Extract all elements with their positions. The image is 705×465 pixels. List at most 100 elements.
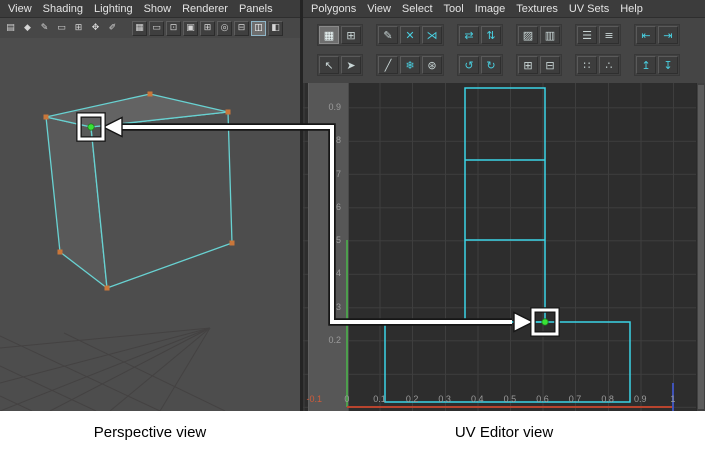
icon-glyph: ⊞	[74, 22, 83, 33]
icon-glyph: ✎	[40, 22, 49, 33]
straighten-uv-icon[interactable]: ╱	[378, 56, 398, 74]
match-grid-icon[interactable]: ∷	[577, 56, 597, 74]
grease-pencil-icon[interactable]: ✐	[105, 20, 120, 36]
pan-zoom-icon[interactable]: ✥	[88, 20, 103, 36]
select-shell-tool-icon[interactable]: ➤	[341, 56, 361, 74]
menu-panels[interactable]: Panels	[234, 2, 278, 16]
icon-glyph: ▥	[544, 28, 556, 42]
uv-toolbar-group: ☰ ≡	[575, 24, 621, 46]
align-bottom-icon[interactable]: ↧	[658, 56, 678, 74]
rotate-ccw-icon[interactable]: ↺	[459, 56, 479, 74]
snap-right-icon[interactable]: ⇥	[658, 26, 678, 44]
snap-left-icon[interactable]: ⇤	[636, 26, 656, 44]
select-uv-tool-icon[interactable]: ↖	[319, 56, 339, 74]
u-tick-label: 0.6	[536, 394, 549, 404]
gate-mask-icon[interactable]: ▣	[183, 20, 198, 36]
uv-toolbar-group: ↖ ➤	[317, 54, 363, 76]
xray-icon[interactable]: ◧	[268, 20, 283, 36]
scrollbar-thumb[interactable]	[698, 85, 704, 409]
icon-glyph: ➤	[346, 58, 356, 72]
uv-toolbar-group: ↺ ↻	[457, 54, 503, 76]
uv-shell-canvas	[384, 87, 631, 403]
menu-view[interactable]: View	[3, 2, 37, 16]
v-tick-label: 0.8	[328, 135, 341, 146]
menu-show[interactable]: Show	[139, 2, 177, 16]
wireframe-on-shaded-icon[interactable]: ◫	[251, 20, 266, 36]
resolution-gate-icon[interactable]: ⊡	[166, 20, 181, 36]
icon-glyph: ⇤	[641, 28, 651, 42]
flip-u-icon[interactable]: ⇄	[459, 26, 479, 44]
relax-uv-icon[interactable]: ⊛	[422, 56, 442, 74]
menu-tool[interactable]: Tool	[439, 2, 469, 16]
unfold-uv-icon[interactable]: ❄	[400, 56, 420, 74]
film-gate-icon[interactable]: ▭	[149, 20, 164, 36]
toolbar-separator	[122, 28, 130, 29]
menu-renderer[interactable]: Renderer	[177, 2, 233, 16]
layout-uv-icon[interactable]: ☰	[577, 26, 597, 44]
uv-vertical-scrollbar	[696, 83, 705, 411]
u-tick-label: 0.2	[405, 394, 419, 404]
menu-select[interactable]: Select	[397, 2, 438, 16]
menu-polygons[interactable]: Polygons	[306, 2, 361, 16]
icon-glyph: ✕	[405, 28, 415, 42]
grid-snap-minus-icon[interactable]: ⊟	[540, 56, 560, 74]
uv-toolbar-row-1: ▦ ⊞ ✎ ✕ ⋊ ⇄ ⇅ ▨ ▥ ☰ ≡ ⇤ ⇥	[317, 20, 705, 50]
menu-help[interactable]: Help	[615, 2, 648, 16]
perspective-menubar: View Shading Lighting Show Renderer Pane…	[0, 0, 300, 18]
caption-bar: Perspective view UV Editor view	[0, 411, 705, 465]
delete-uv-icon[interactable]: ✕	[400, 26, 420, 44]
icon-glyph: ↺	[464, 58, 474, 72]
select-camera-icon[interactable]: ▤	[3, 20, 18, 36]
camera-attributes-icon[interactable]: ✎	[37, 20, 52, 36]
split-uv-icon[interactable]: ⋊	[422, 26, 442, 44]
uv-smudge-icon[interactable]: ⊞	[341, 26, 361, 44]
u-tick-label: 1	[670, 394, 676, 404]
u-tick-label: -0.1	[306, 394, 323, 404]
uv-editor-canvas[interactable]: 0.9 0.8 0.7 0.6 0.5 0.4 0.3 0.2 -0.1 0 0.1 0.2 0.3 0…	[303, 83, 705, 411]
menu-uv-sets[interactable]: UV Sets	[564, 2, 614, 16]
safe-title-icon[interactable]: ⊟	[234, 20, 249, 36]
icon-glyph: ↧	[663, 58, 673, 72]
u-tick-label: 0.3	[438, 394, 451, 404]
menu-shading[interactable]: Shading	[38, 2, 88, 16]
menu-textures[interactable]: Textures	[511, 2, 563, 16]
u-tick-label: 0	[344, 394, 350, 404]
icon-glyph: ✥	[91, 22, 100, 33]
u-tick-label: 0.8	[601, 394, 614, 404]
grid-snap-plus-icon[interactable]: ⊞	[518, 56, 538, 74]
align-top-icon[interactable]: ↥	[636, 56, 656, 74]
bookmark-icon[interactable]: ▭	[54, 20, 69, 36]
perspective-panel: View Shading Lighting Show Renderer Pane…	[0, 0, 300, 411]
icon-glyph: ▭	[57, 22, 66, 33]
safe-action-icon[interactable]: ◎	[217, 20, 232, 36]
scene-canvas	[0, 91, 235, 411]
uv-lattice-icon[interactable]: ▦	[319, 26, 339, 44]
image-plane-icon[interactable]: ⊞	[71, 20, 86, 36]
lock-camera-icon[interactable]: ◆	[20, 20, 35, 36]
camera-tools-group: ▤ ◆ ✎ ▭ ⊞ ✥ ✐	[3, 20, 120, 36]
ground-grid-lines	[0, 327, 226, 411]
cube-mesh	[43, 91, 235, 291]
menu-view[interactable]: View	[362, 2, 396, 16]
maya-uv-mapping-figure: View Shading Lighting Show Renderer Pane…	[0, 0, 705, 465]
icon-glyph: ☰	[582, 28, 592, 42]
menu-image[interactable]: Image	[470, 2, 511, 16]
perspective-viewport[interactable]	[0, 38, 300, 411]
v-tick-label: 0.6	[328, 201, 341, 212]
move-and-sew-icon[interactable]: ▥	[540, 26, 560, 44]
uv-toolbar-group: ▨ ▥	[516, 24, 562, 46]
cut-uv-icon[interactable]: ✎	[378, 26, 398, 44]
pixel-snap-icon[interactable]: ∴	[599, 56, 619, 74]
rotate-cw-icon[interactable]: ↻	[481, 56, 501, 74]
icon-glyph: ↥	[641, 58, 651, 72]
grid-toggle-icon[interactable]: ▦	[132, 20, 147, 36]
field-chart-icon[interactable]: ⊞	[200, 20, 215, 36]
flip-v-icon[interactable]: ⇅	[481, 26, 501, 44]
icon-glyph: ⇄	[464, 28, 474, 42]
sew-uv-icon[interactable]: ▨	[518, 26, 538, 44]
icon-glyph: ◫	[254, 22, 263, 33]
icon-glyph: ⊟	[237, 22, 246, 33]
align-shells-icon[interactable]: ≡	[599, 26, 619, 44]
menu-lighting[interactable]: Lighting	[89, 2, 138, 16]
icon-glyph: ❄	[405, 58, 415, 72]
